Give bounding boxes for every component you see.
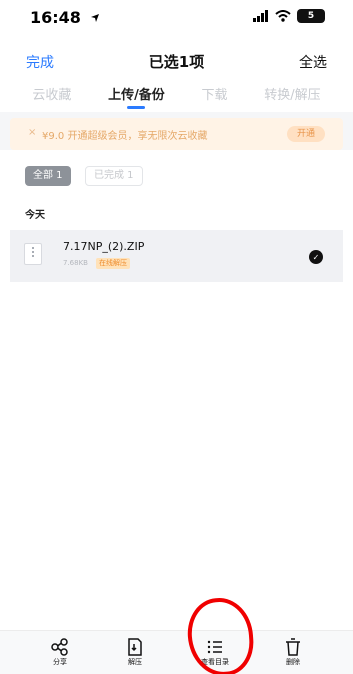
status-time: 16:48 xyxy=(30,8,100,27)
file-name: 7.17NP_(2).ZIP xyxy=(63,240,145,253)
status-bar: 16:48 5 xyxy=(0,0,353,40)
online-unzip-badge[interactable]: 在线解压 xyxy=(96,258,130,269)
unzip-button[interactable]: 解压 xyxy=(110,638,160,672)
file-list-panel: 全部 1 已完成 1 今天 7.17NP_(2).ZIP 7.68KB 在线解压… xyxy=(0,150,353,630)
list-icon xyxy=(207,640,222,654)
section-today-heading: 今天 xyxy=(25,210,45,221)
wifi-icon xyxy=(275,10,291,22)
view-directory-label: 查看目录 xyxy=(201,658,229,666)
view-directory-button[interactable]: 查看目录 xyxy=(190,638,240,672)
signal-icon xyxy=(253,10,268,22)
filter-completed-button[interactable]: 已完成 1 xyxy=(85,166,143,186)
status-time-text: 16:48 xyxy=(30,8,81,27)
close-icon[interactable]: × xyxy=(28,127,36,138)
bottom-action-bar: 分享 解压 查看目录 删除 xyxy=(0,630,353,674)
category-tabs: 云收藏 上传/备份 下载 转换/解压 xyxy=(0,80,353,112)
promo-text: ¥9.0 开通超级会员，享无限次云收藏 xyxy=(42,131,208,142)
battery-icon: 5 xyxy=(297,9,325,23)
unzip-icon xyxy=(128,638,142,656)
zip-file-icon xyxy=(24,243,42,265)
tab-cloud-favorites[interactable]: 云收藏 xyxy=(32,80,71,103)
filter-all-button[interactable]: 全部 1 xyxy=(25,166,71,186)
location-arrow-icon xyxy=(90,14,99,22)
tab-upload-backup[interactable]: 上传/备份 xyxy=(108,80,165,109)
tab-convert-unzip[interactable]: 转换/解压 xyxy=(264,80,320,103)
status-icons: 5 xyxy=(253,8,325,24)
file-list-item[interactable]: 7.17NP_(2).ZIP 7.68KB 在线解压 ✓ xyxy=(10,230,343,282)
share-button[interactable]: 分享 xyxy=(35,638,85,672)
delete-label: 删除 xyxy=(286,658,300,666)
selected-check-icon[interactable]: ✓ xyxy=(309,250,323,264)
delete-button[interactable]: 删除 xyxy=(268,638,318,672)
share-icon xyxy=(51,638,68,656)
membership-promo-banner: × ¥9.0 开通超级会员，享无限次云收藏 开通 xyxy=(10,118,343,150)
top-navigation: 完成 已选1项 全选 xyxy=(0,40,353,80)
trash-icon xyxy=(286,638,300,656)
file-size: 7.68KB xyxy=(63,259,88,267)
unzip-label: 解压 xyxy=(128,658,142,666)
tab-download[interactable]: 下载 xyxy=(202,80,228,103)
share-label: 分享 xyxy=(53,658,67,666)
open-membership-button[interactable]: 开通 xyxy=(286,126,325,142)
select-all-button[interactable]: 全选 xyxy=(299,52,327,72)
